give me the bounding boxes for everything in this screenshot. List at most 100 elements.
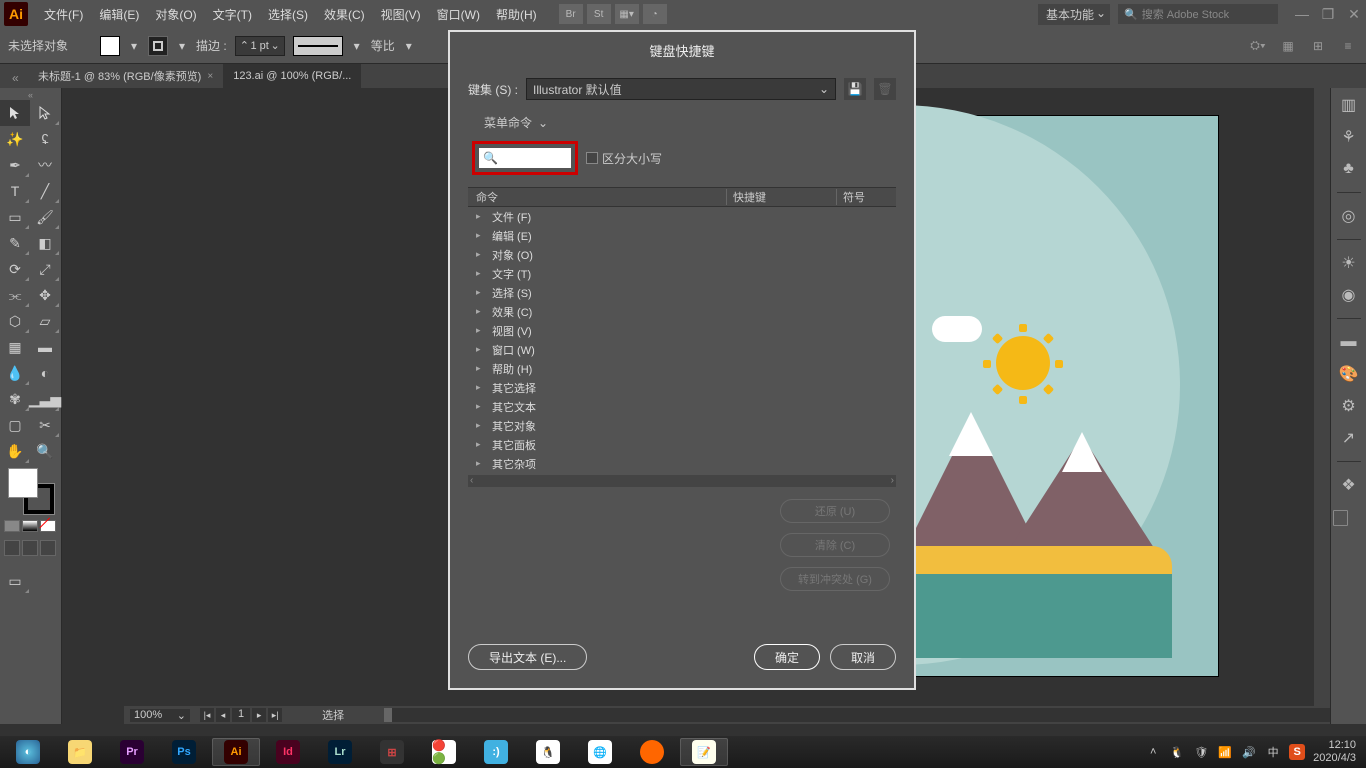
free-transform-tool[interactable]: ✥	[30, 282, 60, 308]
list-item[interactable]: ▸视图 (V)	[468, 321, 896, 340]
tray-expand-icon[interactable]: ˄	[1145, 744, 1161, 760]
eyedropper-tool[interactable]: 💧	[0, 360, 30, 386]
magic-wand-tool[interactable]: ✨	[0, 126, 30, 152]
menu-file[interactable]: 文件(F)	[36, 0, 91, 28]
menu-view[interactable]: 视图(V)	[373, 0, 429, 28]
layers-panel-icon[interactable]: ❖	[1338, 474, 1360, 496]
stroke-swatch[interactable]	[148, 36, 168, 56]
shape-builder-tool[interactable]: ⬡	[0, 308, 30, 334]
expand-icon[interactable]: ▸	[476, 363, 484, 374]
zoom-tool[interactable]: 🔍	[30, 438, 60, 464]
tab-close-icon[interactable]: ×	[207, 71, 213, 82]
shaper-tool[interactable]: ✎	[0, 230, 30, 256]
expand-icon[interactable]: ▸	[476, 325, 484, 336]
perspective-tool[interactable]: ▱	[30, 308, 60, 334]
expand-icon[interactable]: ▸	[476, 401, 484, 412]
menu-object[interactable]: 对象(O)	[147, 0, 204, 28]
command-list[interactable]: ▸文件 (F) ▸编辑 (E) ▸对象 (O) ▸文字 (T) ▸选择 (S) …	[468, 207, 896, 473]
type-tool[interactable]: T	[0, 178, 30, 204]
swatches-panel-icon[interactable]: 🎨	[1338, 363, 1360, 385]
tray-qq-icon[interactable]: 🐧	[1169, 744, 1185, 760]
taskbar-app-indesign[interactable]: Id	[264, 738, 312, 766]
doc-tab-2[interactable]: 123.ai @ 100% (RGB/...	[223, 64, 361, 88]
rectangle-tool[interactable]: ▭	[0, 204, 30, 230]
brushes-panel-icon[interactable]: ⚙	[1338, 395, 1360, 417]
bridge-button[interactable]: Br	[559, 4, 583, 24]
search-field[interactable]	[502, 151, 572, 165]
save-keyset-button[interactable]: 💾	[844, 78, 866, 100]
stroke-weight-input[interactable]: ⌃1 pt⌄	[235, 36, 285, 56]
menu-effect[interactable]: 效果(C)	[316, 0, 373, 28]
expand-icon[interactable]: ▸	[476, 211, 484, 222]
expand-icon[interactable]: ▸	[476, 344, 484, 355]
expand-icon[interactable]: ▸	[476, 439, 484, 450]
list-item[interactable]: ▸其它选择	[468, 378, 896, 397]
rotate-tool[interactable]: ⟳	[0, 256, 30, 282]
eraser-tool[interactable]: ◧	[30, 230, 60, 256]
paintbrush-tool[interactable]: 🖌	[30, 204, 60, 230]
screen-mode-tool[interactable]: ▭	[0, 568, 30, 594]
stroke-dropdown[interactable]: ▾	[176, 39, 188, 53]
zoom-dropdown[interactable]: 100%⌄	[130, 709, 190, 722]
clubs-icon[interactable]: ♣	[1338, 158, 1360, 180]
properties-panel-icon[interactable]: ▥	[1338, 94, 1360, 116]
fill-stroke-indicator[interactable]	[8, 468, 54, 514]
width-tool[interactable]: ⫘	[0, 282, 30, 308]
expand-icon[interactable]: ▸	[476, 420, 484, 431]
list-item[interactable]: ▸窗口 (W)	[468, 340, 896, 359]
taskbar-app-browser[interactable]: ◐	[4, 738, 52, 766]
export-text-button[interactable]: 导出文本 (E)...	[468, 644, 587, 670]
hand-tool[interactable]: ✋	[0, 438, 30, 464]
menu-edit[interactable]: 编辑(E)	[91, 0, 147, 28]
list-scrollbar[interactable]	[468, 475, 896, 487]
taskbar-app-lightroom[interactable]: Lr	[316, 738, 364, 766]
tray-volume-icon[interactable]: 🔊	[1241, 744, 1257, 760]
symbols-panel-icon[interactable]: ↗	[1338, 427, 1360, 449]
tray-shield-icon[interactable]: 🛡	[1193, 744, 1209, 760]
curvature-tool[interactable]: 〰	[30, 152, 60, 178]
tray-network-icon[interactable]: 📶	[1217, 744, 1233, 760]
list-item[interactable]: ▸文字 (T)	[468, 264, 896, 283]
artboard-number[interactable]: 1	[232, 708, 250, 722]
menu-window[interactable]: 窗口(W)	[429, 0, 488, 28]
first-artboard[interactable]: |◂	[200, 708, 214, 722]
taskbar-clock[interactable]: 12:10 2020/4/3	[1313, 739, 1362, 765]
horizontal-scrollbar[interactable]: ▸	[384, 708, 1330, 722]
artboard-tool[interactable]: ▢	[0, 412, 30, 438]
tray-ime-icon[interactable]: 中	[1265, 744, 1281, 760]
list-item[interactable]: ▸选择 (S)	[468, 283, 896, 302]
menu-help[interactable]: 帮助(H)	[488, 0, 545, 28]
taskbar-app-qq[interactable]: 🐧	[524, 738, 572, 766]
last-artboard[interactable]: ▸|	[268, 708, 282, 722]
direct-selection-tool[interactable]	[30, 100, 60, 126]
list-item[interactable]: ▸效果 (C)	[468, 302, 896, 321]
search-stock-input[interactable]: 🔍 搜索 Adobe Stock	[1118, 4, 1278, 24]
stroke-panel-icon[interactable]: ▬	[1338, 331, 1360, 353]
taskbar-app-explorer[interactable]: 📁	[56, 738, 104, 766]
stock-button[interactable]: St	[587, 4, 611, 24]
fill-color[interactable]	[8, 468, 38, 498]
vertical-scrollbar[interactable]	[1314, 88, 1330, 706]
uniform-dropdown[interactable]: ▾	[403, 39, 415, 53]
taskbar-app-photoshop[interactable]: Ps	[160, 738, 208, 766]
mesh-tool[interactable]: ▦	[0, 334, 30, 360]
fill-swatch[interactable]	[100, 36, 120, 56]
menu-type[interactable]: 文字(T)	[205, 0, 260, 28]
maximize-button[interactable]: ❐	[1320, 6, 1336, 22]
close-button[interactable]: ✕	[1346, 6, 1362, 22]
lasso-tool[interactable]: ʢ	[30, 126, 60, 152]
draw-behind[interactable]	[22, 540, 38, 556]
panel-collapse-icon[interactable]: «	[0, 90, 61, 100]
draw-normal[interactable]	[4, 540, 20, 556]
taskbar-app-premiere[interactable]: Pr	[108, 738, 156, 766]
taskbar-app-chat[interactable]: :)	[472, 738, 520, 766]
menu-select[interactable]: 选择(S)	[260, 0, 316, 28]
gradient-mode[interactable]	[22, 520, 38, 532]
cancel-button[interactable]: 取消	[830, 644, 896, 670]
list-item[interactable]: ▸编辑 (E)	[468, 226, 896, 245]
case-sensitive-checkbox[interactable]: 区分大小写	[586, 150, 662, 167]
expand-icon[interactable]: ▸	[476, 306, 484, 317]
color-guide-icon[interactable]: ◉	[1338, 284, 1360, 306]
list-item[interactable]: ▸文件 (F)	[468, 207, 896, 226]
taskbar-app-illustrator[interactable]: Ai	[212, 738, 260, 766]
